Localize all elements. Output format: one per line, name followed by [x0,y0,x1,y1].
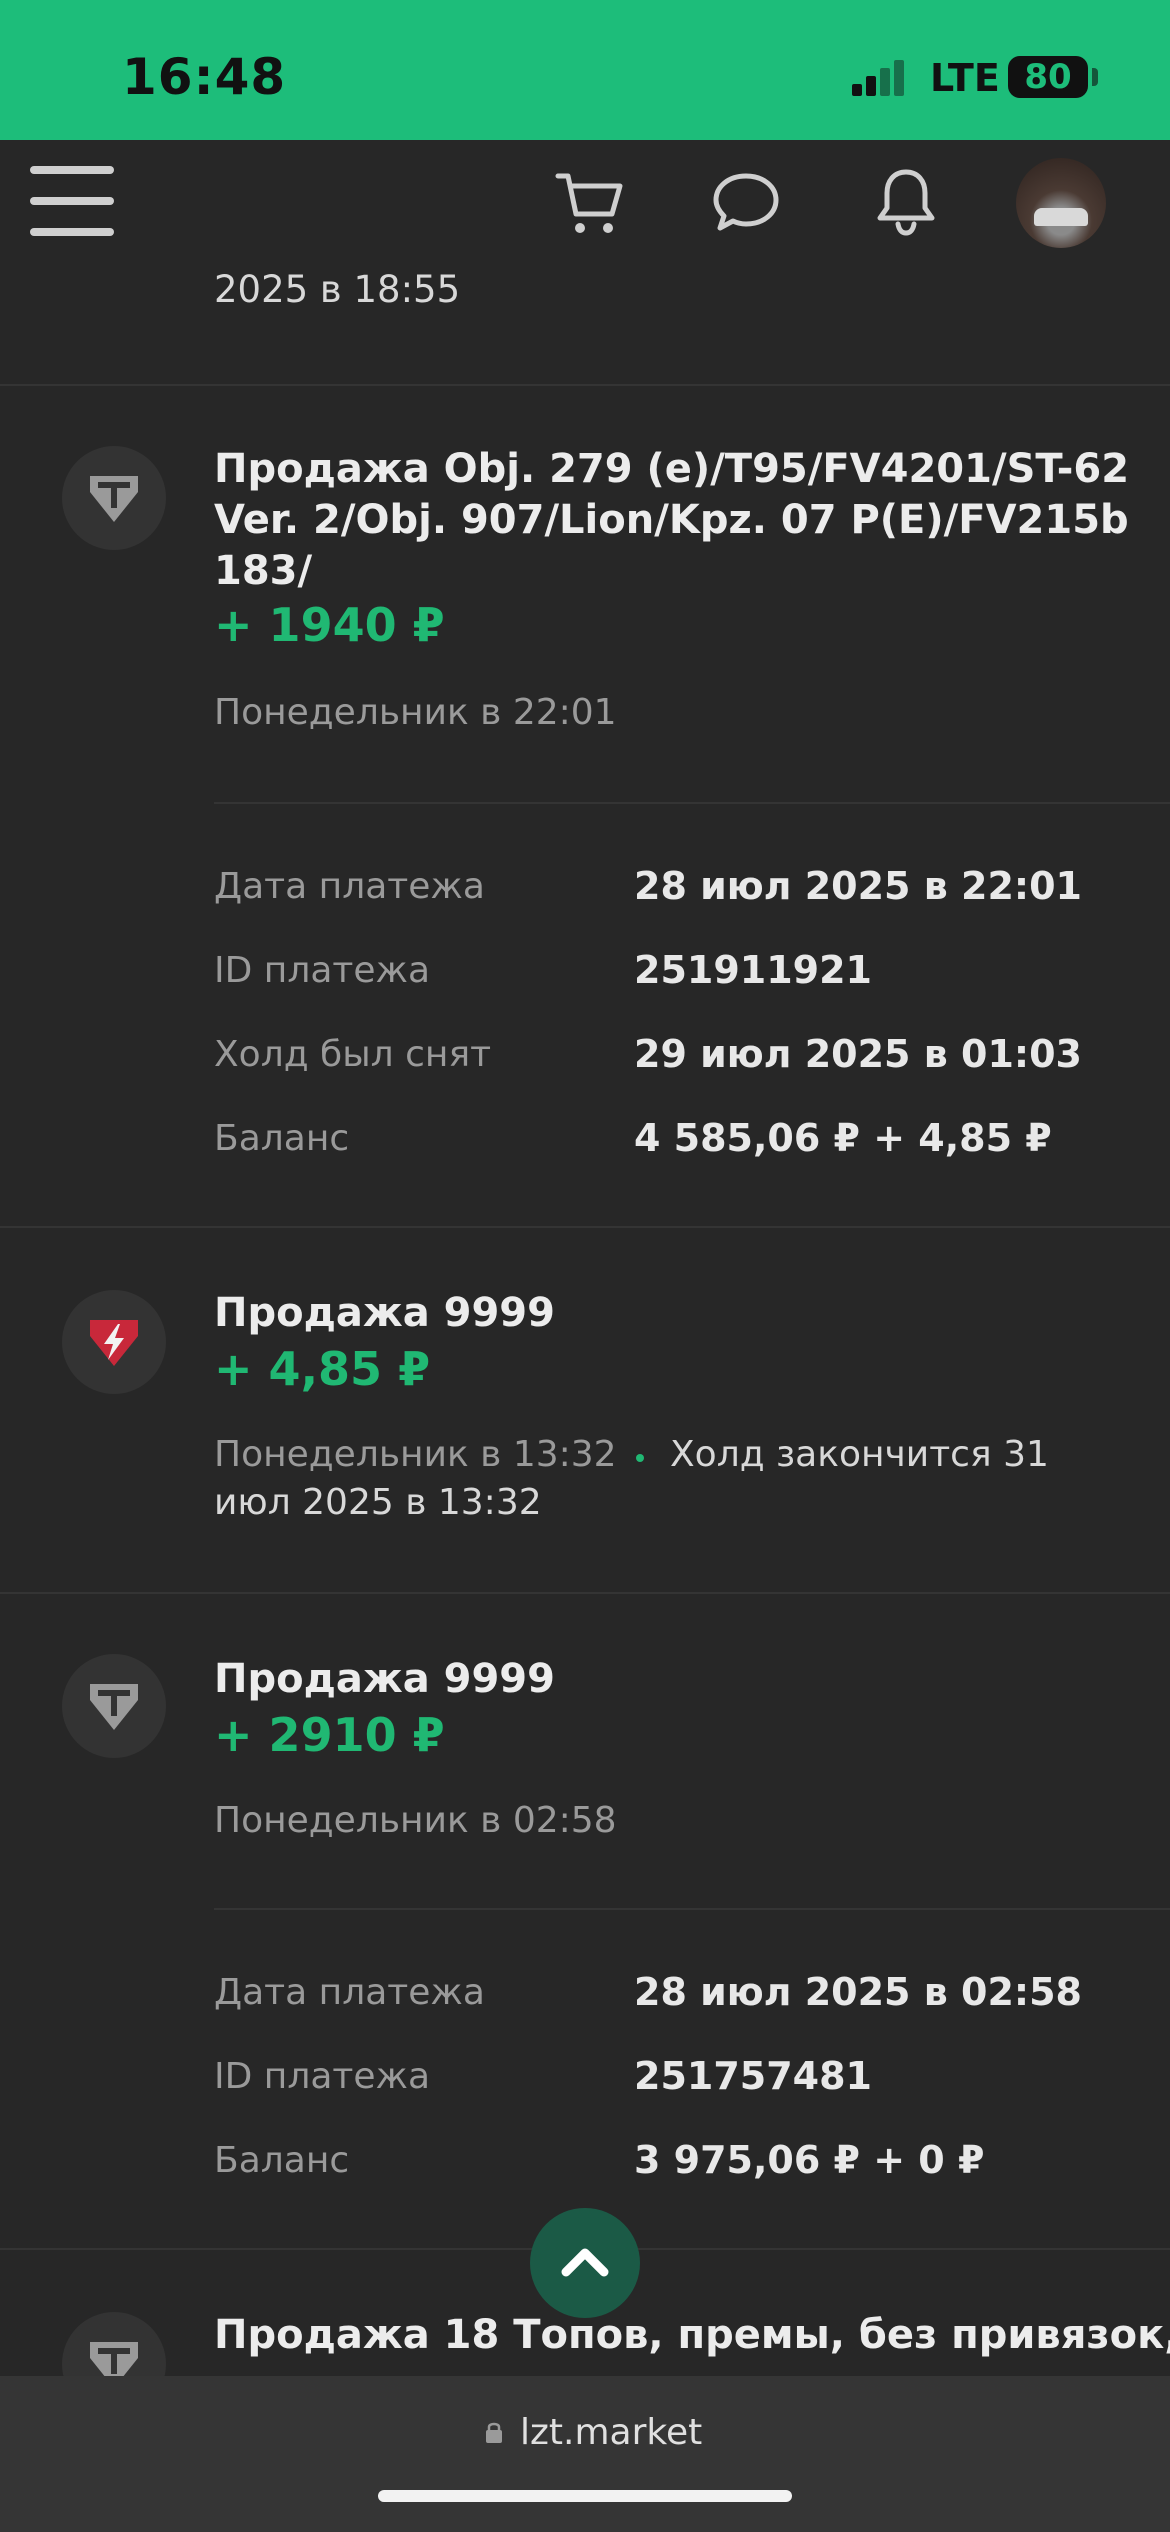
detail-label: Баланс [214,2140,350,2181]
top-nav [0,140,1170,268]
detail-value: 3 975,06 ₽ + 0 ₽ [634,2138,985,2182]
transaction-amount: + 1940 ₽ [214,598,445,652]
detail-value: 29 июл 2025 в 01:03 [634,1032,1082,1076]
chevron-up-icon [561,2248,609,2277]
transaction-title: Продажа Obj. 279 (e)/T95/FV4201/ST-62 [214,446,1130,492]
battery-level: 80 [1024,57,1072,97]
chat-icon[interactable] [706,162,786,242]
browser-bottom-bar: lzt.market [0,2376,1170,2532]
detail-value: 28 июл 2025 в 22:01 [634,864,1082,908]
wot-icon [62,1654,166,1758]
cart-icon[interactable] [550,162,630,242]
transaction-title: Продажа 9999 [214,1656,555,1702]
transaction-title: Ver. 2/Obj. 907/Lion/Kpz. 07 P(E)/FV215b [214,497,1129,543]
transaction-title: 183/ [214,548,313,594]
detail-label: ID платежа [214,2056,430,2097]
transaction-amount: + 2910 ₽ [214,1708,445,1762]
detail-value: 4 585,06 ₽ + 4,85 ₽ [634,1116,1052,1160]
lightning-badge-icon [62,1290,166,1394]
hold-info: Холд закончится 31 [670,1434,1049,1475]
divider [214,802,1170,804]
divider [0,384,1170,386]
battery-icon: 80 [1008,56,1088,98]
detail-value: 251911921 [634,948,872,992]
transaction-time: Понедельник в 22:01 [214,692,617,733]
separator-dot [636,1454,644,1462]
detail-label: Баланс [214,1118,350,1159]
wot-icon [62,446,166,550]
transaction-time: Понедельник в 02:58 [214,1800,617,1841]
status-time: 16:48 [122,48,287,106]
detail-label: ID платежа [214,950,430,991]
detail-label: Холд был снят [214,1034,492,1075]
divider [214,1908,1170,1910]
scroll-top-button[interactable] [530,2208,640,2318]
detail-label: Дата платежа [214,866,485,907]
transaction-amount: + 4,85 ₽ [214,1342,431,1396]
detail-value: 28 июл 2025 в 02:58 [634,1970,1082,2014]
transaction-title: Продажа 9999 [214,1290,555,1336]
signal-icon [852,60,912,96]
address-bar-url[interactable]: lzt.market [520,2412,702,2453]
home-indicator [378,2490,792,2502]
bell-icon[interactable] [866,162,946,242]
battery-cap [1092,68,1098,86]
transaction-title: Продажа 18 Топов, премы, без привязок, [214,2312,1170,2358]
hold-info: июл 2025 в 13:32 [214,1482,542,1523]
status-bar: 16:48 LTE 80 [0,0,1170,140]
prev-item-date: 2025 в 18:55 [214,268,461,311]
avatar[interactable] [1016,158,1106,248]
divider [0,1592,1170,1594]
lock-icon [486,2422,502,2443]
detail-value: 251757481 [634,2054,872,2098]
divider [0,1226,1170,1228]
transaction-time: Понедельник в 13:32 [214,1434,617,1475]
menu-icon[interactable] [30,166,114,236]
network-type: LTE [930,56,1000,100]
detail-label: Дата платежа [214,1972,485,2013]
